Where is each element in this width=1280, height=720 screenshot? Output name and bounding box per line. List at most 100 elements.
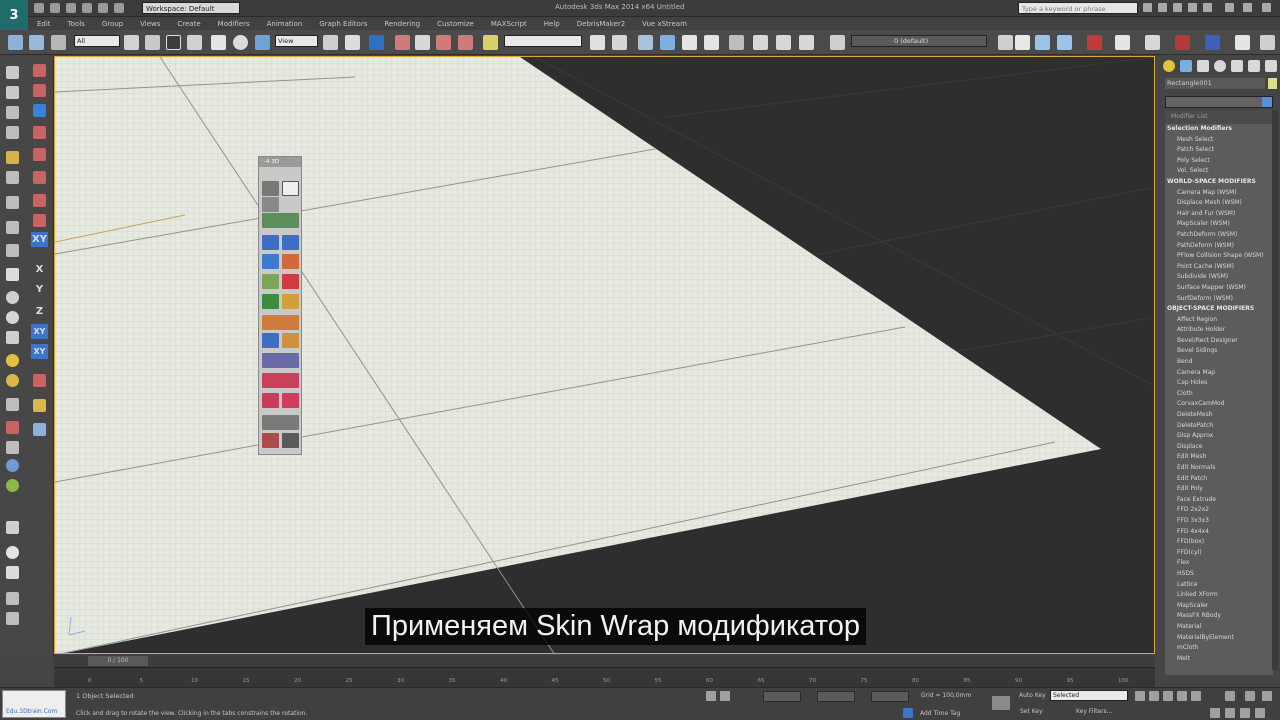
save-file-icon[interactable] xyxy=(66,3,76,13)
help-icon[interactable] xyxy=(1203,3,1212,12)
modifier-list-item[interactable]: Bevel Sidings xyxy=(1165,346,1273,357)
plugin-tool-icon-1[interactable] xyxy=(1087,35,1102,50)
camera-tool-icon[interactable] xyxy=(6,171,19,184)
ft-icon-3[interactable] xyxy=(262,197,279,212)
schematic-view-icon[interactable] xyxy=(704,35,719,50)
goto-end-icon[interactable] xyxy=(1191,691,1201,701)
modifier-list-item[interactable]: Surface Mapper (WSM) xyxy=(1165,283,1273,294)
set-key-icon[interactable] xyxy=(992,696,1010,710)
bind-space-warp-icon[interactable] xyxy=(51,35,66,50)
undo-icon[interactable] xyxy=(82,3,92,13)
select-by-name-icon[interactable] xyxy=(145,35,160,50)
modifier-list-item[interactable]: Vol. Select xyxy=(1165,166,1273,177)
rendered-frame-window-icon[interactable] xyxy=(776,35,791,50)
modifier-list-item[interactable]: Hair and Fur (WSM) xyxy=(1165,209,1273,220)
hierarchy-tab-icon[interactable] xyxy=(1197,60,1209,72)
modifier-list-item[interactable]: Edit Poly xyxy=(1165,484,1273,495)
goto-start-icon[interactable] xyxy=(1135,691,1145,701)
layer-dropdown[interactable]: 0 (default) xyxy=(851,35,987,47)
menu-modifiers[interactable]: Modifiers xyxy=(218,20,250,28)
play-icon[interactable] xyxy=(1163,691,1173,701)
modifier-list-item[interactable]: DeleteMesh xyxy=(1165,410,1273,421)
modifier-list-item[interactable]: FFD 4x4x4 xyxy=(1165,527,1273,538)
modifier-list-item[interactable]: Edit Patch xyxy=(1165,474,1273,485)
create-tab-icon[interactable] xyxy=(1163,60,1175,72)
select-link-icon[interactable] xyxy=(8,35,23,50)
spinner-snap-icon[interactable] xyxy=(458,35,473,50)
ft-icon-14[interactable] xyxy=(262,333,279,348)
ft-icon-22[interactable] xyxy=(282,433,299,448)
axis-xy-lock-button[interactable]: XY xyxy=(31,344,48,359)
modifier-list-item[interactable]: Camera Map xyxy=(1165,368,1273,379)
close-icon[interactable] xyxy=(1262,3,1271,12)
helper-tool-icon[interactable] xyxy=(6,196,19,209)
axis-constraint-icon-4[interactable] xyxy=(33,126,46,139)
next-frame-icon[interactable] xyxy=(1177,691,1187,701)
modifier-list-item[interactable]: PatchDeform (WSM) xyxy=(1165,230,1273,241)
subscription-icon[interactable] xyxy=(1158,3,1167,12)
cone-tool-icon[interactable] xyxy=(6,331,19,344)
orbit-icon[interactable] xyxy=(1255,708,1265,718)
new-file-icon[interactable] xyxy=(34,3,44,13)
light-tool-icon[interactable] xyxy=(6,151,19,164)
communication-center-icon[interactable] xyxy=(1173,3,1182,12)
percent-snap-icon[interactable] xyxy=(436,35,451,50)
plugin-tool-icon-5[interactable] xyxy=(1205,35,1220,50)
favorites-icon[interactable] xyxy=(1188,3,1197,12)
menu-create[interactable]: Create xyxy=(177,20,200,28)
isolate-icon[interactable] xyxy=(706,691,716,701)
spacewarp-tool-icon[interactable] xyxy=(6,221,19,234)
display-tab-icon[interactable] xyxy=(1231,60,1243,72)
panel-tool-icon[interactable] xyxy=(6,126,19,139)
zoom-all-icon[interactable] xyxy=(1225,708,1235,718)
ft-icon-18[interactable] xyxy=(262,393,279,408)
modifier-list-item[interactable]: Camera Map (WSM) xyxy=(1165,188,1273,199)
utilities-tab-icon[interactable] xyxy=(1248,60,1260,72)
constraint-tool-icon-1[interactable] xyxy=(33,374,46,387)
minimize-icon[interactable] xyxy=(1225,3,1234,12)
modifier-list-item[interactable]: Edit Normals xyxy=(1165,463,1273,474)
ft-icon-2[interactable] xyxy=(282,181,299,196)
z-coordinate-field[interactable] xyxy=(871,691,909,702)
plugin-tool-icon-2[interactable] xyxy=(1115,35,1130,50)
modifier-list-item[interactable]: Patch Select xyxy=(1165,145,1273,156)
shape-tool-icon[interactable] xyxy=(6,398,19,411)
pivot-center-icon[interactable] xyxy=(323,35,338,50)
sphere-tool-icon[interactable] xyxy=(6,268,19,281)
modifier-list-item[interactable]: Disp Approx xyxy=(1165,431,1273,442)
ft-icon-16[interactable] xyxy=(262,353,299,368)
ft-icon-9[interactable] xyxy=(262,274,279,289)
zoom-icon[interactable] xyxy=(1210,708,1220,718)
menu-edit[interactable]: Edit xyxy=(37,20,51,28)
ft-icon-21[interactable] xyxy=(262,433,279,448)
select-manipulate-icon[interactable] xyxy=(345,35,360,50)
modifier-list-item[interactable]: Point Cache (WSM) xyxy=(1165,262,1273,273)
modifier-list-item[interactable]: MaterialByElement xyxy=(1165,633,1273,644)
modifier-list-item[interactable]: HSDS xyxy=(1165,569,1273,580)
modifier-list-item[interactable]: Bend xyxy=(1165,357,1273,368)
pan-icon[interactable] xyxy=(1240,708,1250,718)
modifier-list-search[interactable]: Modifier List xyxy=(1165,110,1273,124)
modifier-list-item[interactable]: Melt xyxy=(1165,654,1273,665)
axis-x-button[interactable]: X xyxy=(31,262,48,277)
ring-tool-icon[interactable] xyxy=(6,311,19,324)
project-folder-icon[interactable] xyxy=(114,3,124,13)
modifier-list-item[interactable]: FFD(box) xyxy=(1165,537,1273,548)
modifier-list-item[interactable]: Displace xyxy=(1165,442,1273,453)
object-name-field[interactable]: Rectangle001 xyxy=(1165,78,1265,89)
ft-icon-17[interactable] xyxy=(262,373,299,388)
ft-icon-6[interactable] xyxy=(282,235,299,250)
edit-named-selection-icon[interactable] xyxy=(483,35,498,50)
modifier-list-item[interactable]: Cloth xyxy=(1165,389,1273,400)
grid-tool-icon[interactable] xyxy=(6,566,19,579)
modifier-list-item[interactable]: Subdivide (WSM) xyxy=(1165,272,1273,283)
set-key-button[interactable]: Set Key xyxy=(1020,708,1043,715)
axis-constraint-icon-1[interactable] xyxy=(33,64,46,77)
paint-tool-icon[interactable] xyxy=(6,421,19,434)
menu-group[interactable]: Group xyxy=(102,20,123,28)
modifier-list-item[interactable]: Bevel/Rect Designer xyxy=(1165,336,1273,347)
menu-graph-editors[interactable]: Graph Editors xyxy=(319,20,367,28)
plugin-tool-icon-7[interactable] xyxy=(1260,35,1275,50)
track-bar[interactable]: 0 5 10 15 20 25 30 35 40 45 50 55 60 65 70 75 80 85 90 95 10… xyxy=(54,667,1155,687)
modifier-list-item[interactable]: Poly Select xyxy=(1165,156,1273,167)
